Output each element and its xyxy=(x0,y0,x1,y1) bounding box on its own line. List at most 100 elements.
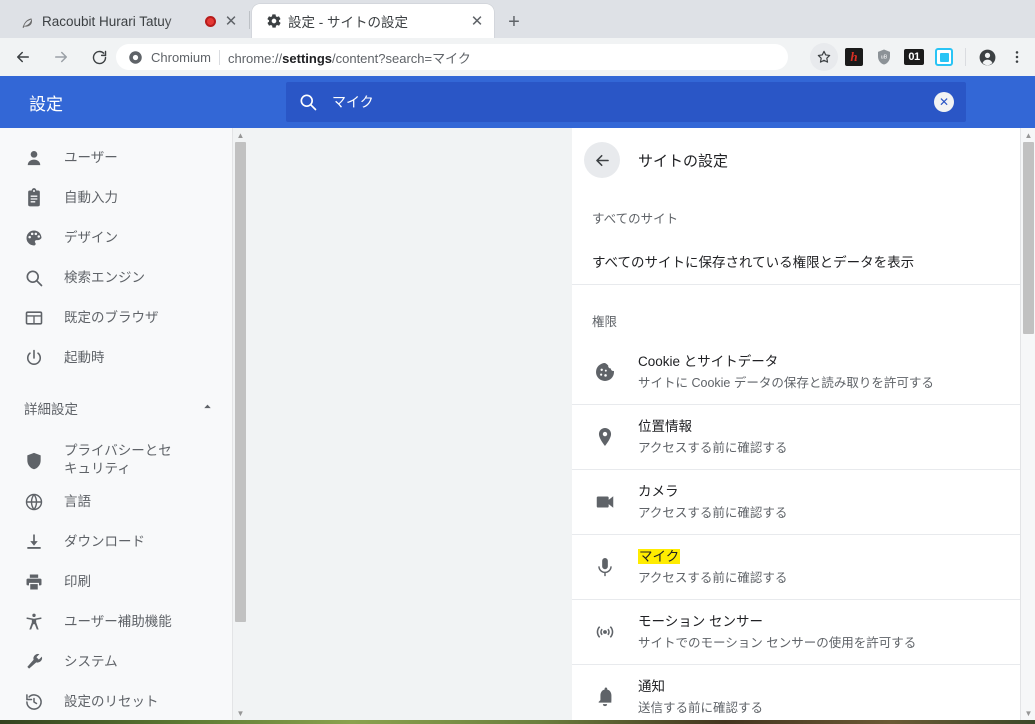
chevron-up-icon xyxy=(201,400,214,416)
bookmark-star-icon[interactable] xyxy=(810,43,838,71)
settings-search-box[interactable]: マイク ✕ xyxy=(286,82,966,122)
sidebar-basic-list: ユーザー 自動入力 デザイン 検索エンジン 既定のブラウザ 起動時 xyxy=(0,128,232,378)
url-bold: settings xyxy=(282,50,332,66)
counter-badge-icon[interactable]: 01 xyxy=(900,43,928,71)
svg-text:uB: uB xyxy=(881,55,888,61)
permission-subtitle: アクセスする前に確認する xyxy=(638,506,788,521)
sidebar-scrollbar[interactable]: ▲ ▼ xyxy=(232,128,247,720)
reload-button[interactable] xyxy=(84,42,114,72)
omnibox-url: chrome://settings/content?search=マイク xyxy=(228,48,471,67)
sidebar-item-label: デザイン xyxy=(64,229,118,245)
permission-subtitle: アクセスする前に確認する xyxy=(638,441,788,456)
chrome-menu-button[interactable] xyxy=(1003,43,1031,71)
sidebar-item-label: ダウンロード xyxy=(64,534,145,550)
scrollbar-thumb[interactable] xyxy=(235,142,246,622)
sidebar-item-autofill[interactable]: 自動入力 xyxy=(0,178,232,218)
scrollbar-thumb[interactable] xyxy=(1023,142,1034,334)
address-bar[interactable]: Chromium chrome://settings/content?searc… xyxy=(116,44,788,70)
permission-text: マイクアクセスする前に確認する xyxy=(638,547,1020,587)
permission-row[interactable]: Cookie とサイトデータサイトに Cookie データの保存と読み取りを許可… xyxy=(572,340,1020,405)
tab-separator xyxy=(249,11,250,29)
clear-search-button[interactable]: ✕ xyxy=(934,92,954,112)
sidebar-item-search-engine[interactable]: 検索エンジン xyxy=(0,258,232,298)
scroll-down-arrow-icon[interactable]: ▼ xyxy=(233,706,248,720)
main-scrollbar[interactable]: ▲ ▼ xyxy=(1020,128,1035,720)
leaf-icon xyxy=(22,18,33,28)
three-dots-icon xyxy=(1015,51,1019,63)
permission-row[interactable]: カメラアクセスする前に確認する▶ xyxy=(572,470,1020,535)
sidebar-item-privacy-security[interactable]: プライバシーとセキュリティ xyxy=(0,432,232,482)
permission-subtitle: 送信する前に確認する xyxy=(638,701,764,716)
bell-icon xyxy=(598,687,612,707)
tab-recording-indicator-icon xyxy=(205,15,216,27)
permissions-list: Cookie とサイトデータサイトに Cookie データの保存と読み取りを許可… xyxy=(572,340,1020,720)
sidebar-item-default-browser[interactable]: 既定のブラウザ xyxy=(0,298,232,338)
gear-icon xyxy=(267,14,281,28)
permission-row[interactable]: 位置情報アクセスする前に確認する▶ xyxy=(572,405,1020,470)
sidebar-item-languages[interactable]: 言語 xyxy=(0,482,232,522)
sidebar-item-accessibility[interactable]: ユーザー補助機能 xyxy=(0,602,232,642)
browser-window: Racoubit Hurari Tatuy ✕ 設定 - サイトの設定 ✕ + xyxy=(0,0,1035,724)
sidebar-item-label: 起動時 xyxy=(64,349,105,365)
all-sites-row-label: すべてのサイトに保存されている権限とデータを表示 xyxy=(592,254,915,270)
permission-subtitle: サイトに Cookie データの保存と読み取りを許可する xyxy=(638,376,934,391)
page-header: サイトの設定 xyxy=(572,128,1020,192)
sidebar-item-system[interactable]: システム xyxy=(0,642,232,682)
cyan-square-extension-icon[interactable] xyxy=(930,43,958,71)
sidebar-item-user[interactable]: ユーザー xyxy=(0,138,232,178)
arrow-left-icon xyxy=(17,51,29,63)
permission-title: カメラ xyxy=(638,483,679,499)
back-button[interactable] xyxy=(8,42,38,72)
ublock-origin-icon[interactable]: uB xyxy=(870,43,898,71)
permission-row[interactable]: マイクアクセスする前に確認する▶ xyxy=(572,535,1020,600)
person-icon xyxy=(27,151,41,166)
permission-subtitle: アクセスする前に確認する xyxy=(638,571,788,586)
sidebar-item-reset-settings[interactable]: 設定のリセット xyxy=(0,682,232,720)
sidebar-item-label: 設定のリセット xyxy=(64,694,159,710)
new-tab-button[interactable]: + xyxy=(500,8,528,36)
sidebar-item-label: 既定のブラウザ xyxy=(64,309,159,325)
permission-title: Cookie とサイトデータ xyxy=(638,353,779,369)
permission-row[interactable]: モーション センサーサイトでのモーション センサーの使用を許可する▶ xyxy=(572,600,1020,665)
sidebar-advanced-group[interactable]: 詳細設定 xyxy=(0,386,232,430)
profile-avatar[interactable] xyxy=(973,43,1001,71)
sidebar-item-label: 言語 xyxy=(64,494,91,510)
main-content-viewport: サイトの設定 すべてのサイト すべてのサイトに保存されている権限とデータを表示 … xyxy=(286,128,1020,720)
sidebar-item-label: プライバシーとセキュリティ xyxy=(64,443,172,477)
forward-button[interactable] xyxy=(46,42,76,72)
scroll-up-arrow-icon[interactable]: ▲ xyxy=(1021,128,1035,142)
motion-sensor-icon xyxy=(596,626,614,638)
sidebar-item-on-startup[interactable]: 起動時 xyxy=(0,338,232,378)
permission-text: Cookie とサイトデータサイトに Cookie データの保存と読み取りを許可… xyxy=(638,352,1020,392)
restore-icon xyxy=(26,694,42,711)
permission-title: 通知 xyxy=(638,678,665,694)
sidebar-item-appearance[interactable]: デザイン xyxy=(0,218,232,258)
all-sites-section-label: すべてのサイト xyxy=(592,212,679,226)
sidebar-item-label: システム xyxy=(64,654,118,670)
permission-row[interactable]: 通知送信する前に確認する▶ xyxy=(572,665,1020,720)
sidebar-item-downloads[interactable]: ダウンロード xyxy=(0,522,232,562)
page-title: サイトの設定 xyxy=(638,152,729,170)
page-back-button[interactable] xyxy=(584,142,620,178)
shield-icon: uB xyxy=(878,49,890,65)
scroll-up-arrow-icon[interactable]: ▲ xyxy=(233,128,248,142)
search-icon xyxy=(26,270,43,287)
scroll-down-arrow-icon[interactable]: ▼ xyxy=(1021,706,1035,720)
globe-icon xyxy=(25,494,43,511)
h-extension-icon[interactable]: h xyxy=(840,43,868,71)
all-sites-row[interactable]: すべてのサイトに保存されている権限とデータを表示 ▶ xyxy=(572,237,1020,285)
sidebar-item-printing[interactable]: 印刷 xyxy=(0,562,232,602)
search-icon xyxy=(300,94,317,111)
sidebar-item-label: 自動入力 xyxy=(64,189,118,205)
browser-tab-1[interactable]: Racoubit Hurari Tatuy ✕ xyxy=(6,4,248,38)
browser-tab-2[interactable]: 設定 - サイトの設定 ✕ xyxy=(252,4,494,38)
tab-close-button[interactable]: ✕ xyxy=(468,12,486,30)
permission-text: 通知送信する前に確認する xyxy=(638,677,1020,717)
printer-icon xyxy=(26,574,42,590)
clipboard-icon xyxy=(28,188,40,207)
search-highlight: マイク xyxy=(638,548,681,564)
location-pin-icon xyxy=(598,428,612,446)
tab-close-button[interactable]: ✕ xyxy=(222,12,240,30)
microphone-icon xyxy=(598,558,612,577)
search-input[interactable]: マイク xyxy=(332,92,934,112)
